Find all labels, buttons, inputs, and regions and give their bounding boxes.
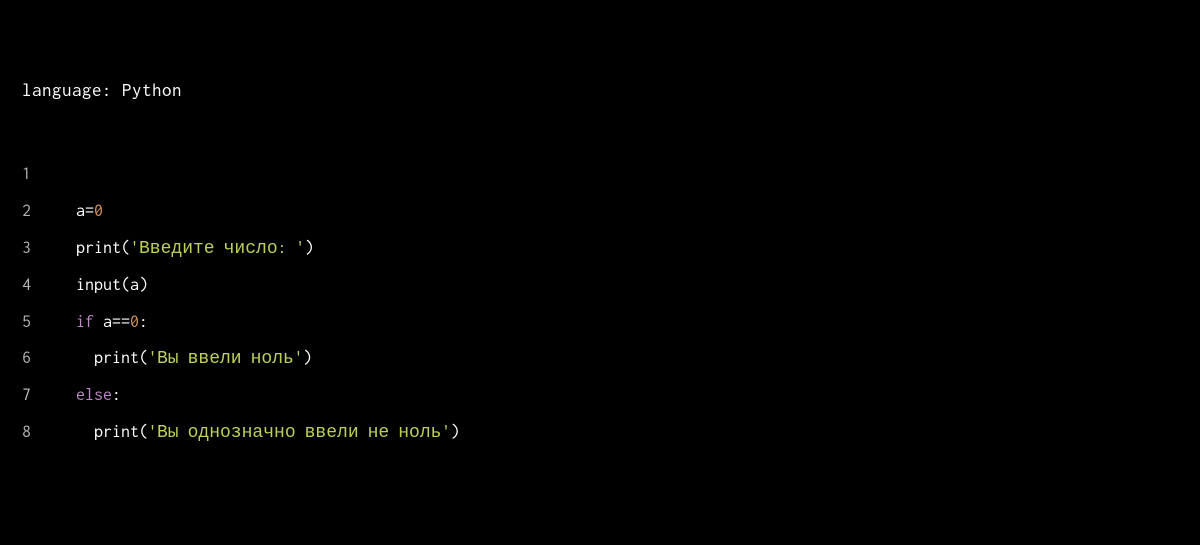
code-line: 6 print('Вы ввели ноль') — [22, 340, 1178, 377]
line-number: 7 — [22, 377, 76, 414]
language-value: Python — [122, 80, 182, 100]
code-token: if — [76, 313, 94, 331]
line-content: input(a) — [76, 267, 148, 304]
code-token: ( — [139, 423, 148, 441]
language-header: language: Python — [22, 80, 1178, 100]
language-label: language: — [22, 80, 112, 100]
code-token: 'Введите число: ' — [130, 239, 305, 257]
line-content: else: — [76, 377, 121, 414]
code-line: 5if a==0: — [22, 304, 1178, 341]
line-content: print('Вы ввели ноль') — [76, 340, 312, 377]
code-token: 'Вы однозначно ввели не ноль' — [148, 423, 450, 441]
code-token: = — [85, 202, 94, 220]
code-token: 0 — [94, 202, 103, 220]
code-token: 'Вы ввели ноль' — [148, 349, 303, 367]
line-number: 1 — [22, 156, 76, 193]
line-number: 6 — [22, 340, 76, 377]
line-number: 3 — [22, 230, 76, 267]
code-token: print — [76, 239, 121, 257]
line-content: a=0 — [76, 193, 103, 230]
code-token: ) — [139, 276, 148, 294]
code-line: 2a=0 — [22, 193, 1178, 230]
code-token: ) — [303, 349, 312, 367]
code-token — [76, 349, 94, 367]
line-number: 2 — [22, 193, 76, 230]
code-line: 3print('Введите число: ') — [22, 230, 1178, 267]
line-number: 4 — [22, 267, 76, 304]
code-line: 8 print('Вы однозначно ввели не ноль') — [22, 414, 1178, 451]
line-content: print('Вы однозначно ввели не ноль') — [76, 414, 459, 451]
code-token: ) — [450, 423, 459, 441]
code-token: a — [94, 313, 112, 331]
line-content: print('Введите число: ') — [76, 230, 314, 267]
code-block[interactable]: 12a=03print('Введите число: ')4input(a)5… — [22, 156, 1178, 451]
code-token: print — [94, 423, 139, 441]
code-token: == — [112, 313, 130, 331]
code-token: ) — [305, 239, 314, 257]
code-token: : — [139, 313, 148, 331]
code-line: 7else: — [22, 377, 1178, 414]
code-token: else — [76, 386, 112, 404]
code-token: ( — [139, 349, 148, 367]
code-line: 4input(a) — [22, 267, 1178, 304]
code-token: ( — [121, 239, 130, 257]
code-token: print — [94, 349, 139, 367]
code-token — [76, 423, 94, 441]
code-token: 0 — [130, 313, 139, 331]
code-token: a — [130, 276, 139, 294]
code-line: 1 — [22, 156, 1178, 193]
line-content: if a==0: — [76, 304, 148, 341]
line-number: 5 — [22, 304, 76, 341]
line-number: 8 — [22, 414, 76, 451]
code-token: : — [112, 386, 121, 404]
code-token: a — [76, 202, 85, 220]
code-token: ( — [121, 276, 130, 294]
code-token: input — [76, 276, 121, 294]
